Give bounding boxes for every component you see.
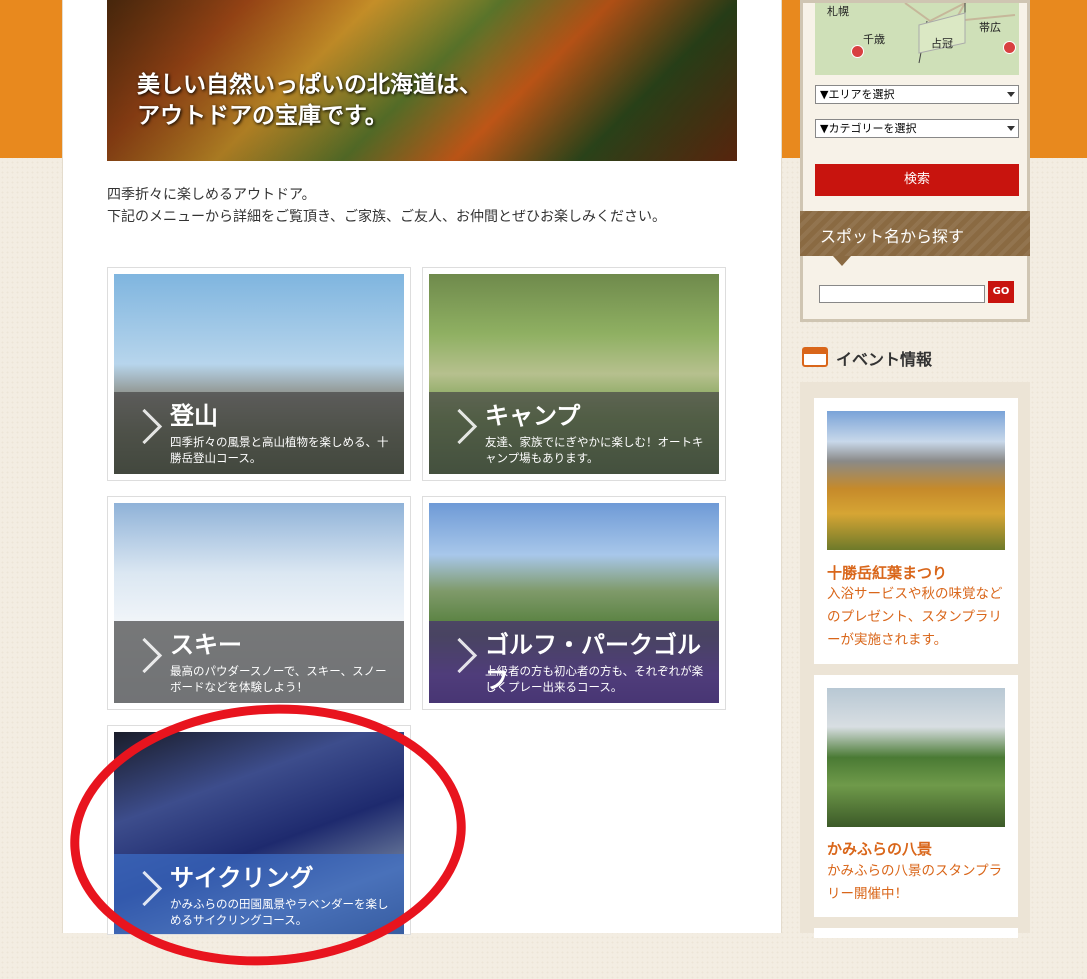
event-photo	[827, 411, 1005, 550]
card-overlay: ゴルフ・パークゴルフ 上級者の方も初心者の方も、それぞれが楽しくプレー出来るコー…	[429, 621, 719, 703]
activity-card-ski[interactable]: スキー 最高のパウダースノーで、スキー、スノーボードなどを体験しよう！	[107, 496, 411, 710]
go-button[interactable]: GO	[988, 281, 1014, 303]
card-title: 登山	[170, 402, 218, 430]
category-select-value: ▼カテゴリーを選択	[820, 122, 917, 135]
area-select-value: ▼エリアを選択	[820, 88, 895, 101]
card-overlay: スキー 最高のパウダースノーで、スキー、スノーボードなどを体験しよう！	[114, 621, 404, 703]
activity-card-camping[interactable]: キャンプ 友達、家族でにぎやかに楽しむ！オートキャンプ場もあります。	[422, 267, 726, 481]
spot-search-heading-text: スポット名から探す	[820, 227, 965, 246]
header-band-left	[0, 0, 62, 158]
map-label-shimukappu: 占冠	[931, 37, 953, 50]
spot-name-input[interactable]	[819, 285, 985, 303]
card-description: 上級者の方も初心者の方も、それぞれが楽しくプレー出来るコース。	[485, 664, 704, 694]
hero-line-2: アウトドアの宝庫です。	[137, 103, 388, 129]
intro-line-2: 下記のメニューから詳細をご覧頂き、ご家族、ご友人、お仲間とぜひお楽しみください。	[107, 209, 667, 225]
search-panel: 札幌 千歳 占冠 帯広 ▼エリアを選択 ▼カテゴリーを選択 検索 スポット名から…	[800, 0, 1030, 322]
map-label-obihiro: 帯広	[979, 21, 1001, 34]
event-card-tokachidake[interactable]: 十勝岳紅葉まつり 入浴サービスや秋の味覚などのプレゼント、スタンプラリーが実施さ…	[814, 398, 1018, 664]
event-card-kamifurano[interactable]: かみふらの八景 かみふらの八景のスタンプラリー開催中！	[814, 675, 1018, 917]
chevron-down-icon	[1007, 126, 1015, 131]
area-map[interactable]: 札幌 千歳 占冠 帯広	[815, 3, 1019, 75]
card-description: 友達、家族でにぎやかに楽しむ！オートキャンプ場もあります。	[485, 435, 704, 465]
sidebar: 札幌 千歳 占冠 帯広 ▼エリアを選択 ▼カテゴリーを選択 検索 スポット名から…	[800, 0, 1030, 938]
chevron-right-icon	[441, 637, 478, 674]
event-name[interactable]: かみふらの八景	[827, 838, 932, 859]
camping-photo: キャンプ 友達、家族でにぎやかに楽しむ！オートキャンプ場もあります。	[429, 274, 719, 474]
map-label-chitose: 千歳	[863, 33, 885, 46]
airport-pin-icon	[1003, 41, 1016, 54]
calendar-icon	[802, 347, 828, 367]
event-photo	[827, 688, 1005, 827]
card-overlay: 登山 四季折々の風景と高山植物を楽しめる、十勝岳登山コース。	[114, 392, 404, 474]
chevron-right-icon	[441, 408, 478, 445]
map-label-sapporo: 札幌	[827, 5, 849, 18]
event-heading-text: イベント情報	[836, 350, 933, 369]
category-select[interactable]: ▼カテゴリーを選択	[815, 119, 1019, 138]
chevron-right-icon	[126, 408, 163, 445]
hero-banner: 美しい自然いっぱいの北海道は、 アウトドアの宝庫です。	[107, 0, 737, 161]
card-overlay: キャンプ 友達、家族でにぎやかに楽しむ！オートキャンプ場もあります。	[429, 392, 719, 474]
card-title: キャンプ	[485, 402, 581, 430]
spot-search-heading: スポット名から探す	[800, 211, 1030, 266]
search-button[interactable]: 検索	[815, 164, 1019, 196]
climbing-photo: 登山 四季折々の風景と高山植物を楽しめる、十勝岳登山コース。	[114, 274, 404, 474]
ski-photo: スキー 最高のパウダースノーで、スキー、スノーボードなどを体験しよう！	[114, 503, 404, 703]
event-description: かみふらの八景のスタンプラリー開催中！	[827, 863, 1003, 902]
event-name[interactable]: 十勝岳紅葉まつり	[827, 562, 947, 583]
intro-line-1: 四季折々に楽しめるアウトドア。	[107, 187, 316, 203]
intro-text: 四季折々に楽しめるアウトドア。 下記のメニューから詳細をご覧頂き、ご家族、ご友人…	[107, 184, 666, 228]
chevron-down-icon	[1007, 92, 1015, 97]
golf-photo: ゴルフ・パークゴルフ 上級者の方も初心者の方も、それぞれが楽しくプレー出来るコー…	[429, 503, 719, 703]
hero-caption: 美しい自然いっぱいの北海道は、 アウトドアの宝庫です。	[137, 70, 482, 132]
hero-line-1: 美しい自然いっぱいの北海道は、	[137, 72, 482, 98]
card-title: スキー	[170, 631, 242, 659]
event-list: 十勝岳紅葉まつり 入浴サービスや秋の味覚などのプレゼント、スタンプラリーが実施さ…	[800, 382, 1030, 938]
chevron-right-icon	[126, 637, 163, 674]
activity-card-golf[interactable]: ゴルフ・パークゴルフ 上級者の方も初心者の方も、それぞれが楽しくプレー出来るコー…	[422, 496, 726, 710]
event-card-next[interactable]	[814, 928, 1018, 938]
airport-pin-icon	[851, 45, 864, 58]
card-description: 四季折々の風景と高山植物を楽しめる、十勝岳登山コース。	[170, 435, 389, 465]
event-description: 入浴サービスや秋の味覚などのプレゼント、スタンプラリーが実施されます。	[827, 586, 1003, 648]
card-description: 最高のパウダースノーで、スキー、スノーボードなどを体験しよう！	[170, 664, 387, 694]
area-select[interactable]: ▼エリアを選択	[815, 85, 1019, 104]
activity-card-climbing[interactable]: 登山 四季折々の風景と高山植物を楽しめる、十勝岳登山コース。	[107, 267, 411, 481]
